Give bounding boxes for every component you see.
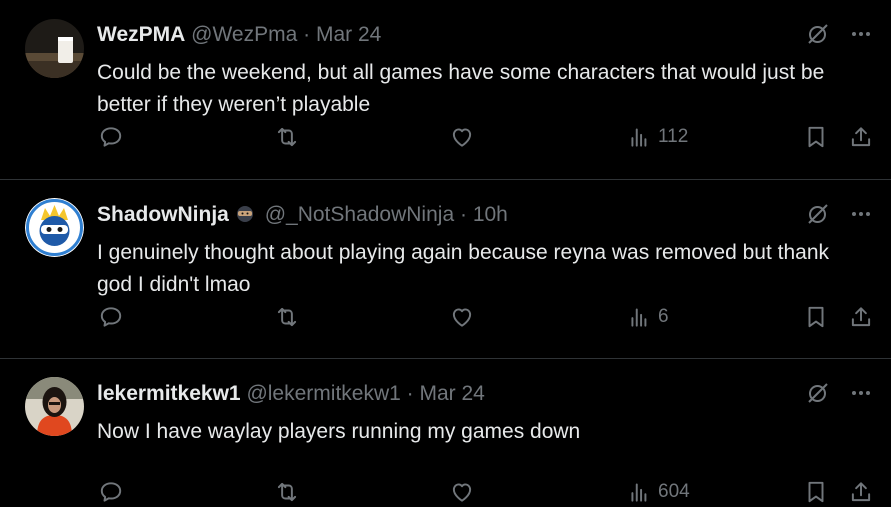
heart-icon [452, 483, 472, 502]
reply-button[interactable] [98, 124, 124, 150]
bookmark-button[interactable] [803, 479, 829, 505]
share-button[interactable] [848, 479, 874, 505]
share-button[interactable] [848, 304, 874, 330]
tweet[interactable]: lekermitkekw1 @lekermitkekw1 · Mar 24 No… [0, 359, 891, 503]
user-handle[interactable]: @_NotShadowNinja [265, 203, 454, 226]
bookmark-icon [808, 306, 824, 328]
grok-icon[interactable] [806, 202, 830, 226]
reply-icon [100, 127, 122, 147]
repost-button[interactable] [274, 304, 300, 330]
reply-icon [100, 307, 122, 327]
separator-dot: · [459, 203, 467, 226]
views-button[interactable]: 112 [627, 124, 688, 150]
avatar[interactable] [25, 198, 84, 257]
bookmark-icon [808, 481, 824, 503]
action-bar: 112 [0, 124, 891, 152]
like-button[interactable] [449, 304, 475, 330]
timestamp[interactable]: Mar 24 [420, 382, 485, 405]
bookmark-icon [808, 126, 824, 148]
share-icon [851, 127, 871, 147]
avatar[interactable] [25, 377, 84, 436]
views-count: 112 [658, 126, 689, 147]
repost-icon [277, 307, 297, 327]
tweet-header: WezPMA @WezPma · Mar 24 [97, 22, 381, 48]
reply-icon [100, 482, 122, 502]
tweet[interactable]: WezPMA @WezPma · Mar 24 Could be the wee… [0, 0, 891, 180]
tweet-header: lekermitkekw1 @lekermitkekw1 · Mar 24 [97, 381, 485, 407]
heart-icon [452, 308, 472, 327]
milk-glass-avatar [25, 19, 84, 78]
repost-button[interactable] [274, 124, 300, 150]
display-name[interactable]: ShadowNinja [97, 203, 229, 226]
repost-icon [277, 127, 297, 147]
tweet-header: ShadowNinja @_NotShadowNinja · 10h [97, 202, 508, 228]
share-icon [851, 307, 871, 327]
more-options-icon[interactable] [848, 22, 874, 46]
more-options-icon[interactable] [848, 202, 874, 226]
tweet-text: Could be the weekend, but all games have… [97, 61, 825, 116]
share-icon [851, 482, 871, 502]
timestamp[interactable]: 10h [473, 203, 508, 226]
bookmark-button[interactable] [803, 304, 829, 330]
timestamp[interactable]: Mar 24 [316, 23, 381, 46]
action-bar: 6 [0, 304, 891, 332]
user-handle[interactable]: @lekermitkekw1 [246, 382, 400, 405]
ninja-avatar [25, 198, 84, 257]
views-icon [631, 128, 647, 147]
person-avatar [25, 377, 84, 436]
display-name[interactable]: lekermitkekw1 [97, 382, 241, 405]
display-name[interactable]: WezPMA [97, 23, 185, 46]
separator-dot: · [406, 382, 414, 405]
grok-icon[interactable] [806, 381, 830, 405]
tweet-text: Now I have waylay players running my gam… [97, 420, 581, 443]
tweet-text: I genuinely thought about playing again … [97, 241, 830, 296]
avatar[interactable] [25, 19, 84, 78]
separator-dot: · [303, 23, 311, 46]
ninja-emoji-icon [236, 206, 253, 222]
views-icon [631, 308, 647, 327]
more-options-icon[interactable] [848, 381, 874, 405]
grok-icon[interactable] [806, 22, 830, 46]
heart-icon [452, 128, 472, 147]
views-icon [631, 483, 647, 502]
repost-icon [277, 482, 297, 502]
like-button[interactable] [449, 124, 475, 150]
reply-button[interactable] [98, 479, 124, 505]
views-button[interactable]: 604 [627, 479, 690, 505]
like-button[interactable] [449, 479, 475, 505]
share-button[interactable] [848, 124, 874, 150]
views-count: 604 [658, 481, 690, 502]
bookmark-button[interactable] [803, 124, 829, 150]
repost-button[interactable] [274, 479, 300, 505]
user-handle[interactable]: @WezPma [191, 23, 297, 46]
views-button[interactable]: 6 [627, 304, 669, 330]
tweet[interactable]: ShadowNinja @_NotShadowNinja · 10h I gen… [0, 180, 891, 359]
reply-button[interactable] [98, 304, 124, 330]
views-count: 6 [658, 306, 669, 327]
